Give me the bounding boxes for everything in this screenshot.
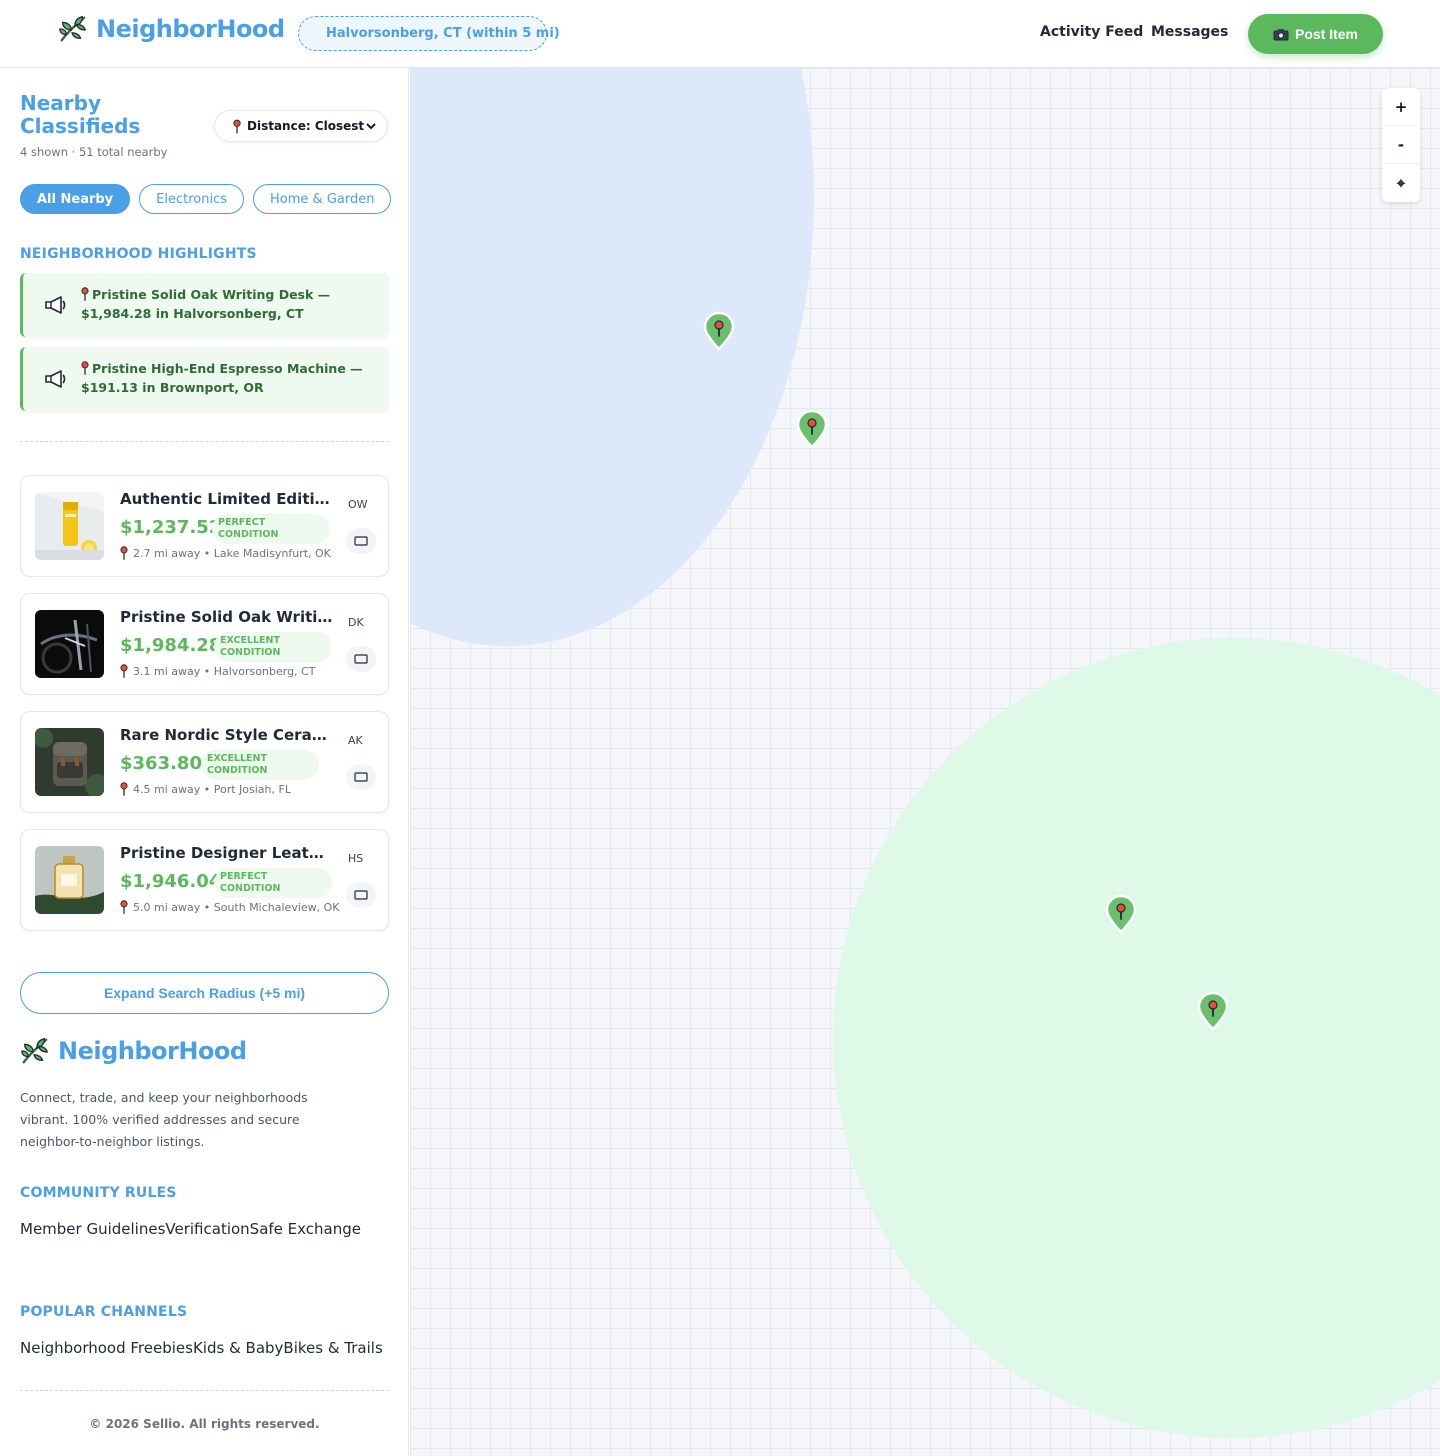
pin-icon — [81, 361, 89, 375]
pin-icon — [120, 900, 128, 914]
map-marker[interactable] — [795, 409, 829, 449]
chat-icon — [354, 772, 368, 782]
nav-messages[interactable]: Messages — [1151, 24, 1228, 40]
highlight-text: Pristine High-End Espresso Machine — $19… — [81, 361, 363, 395]
community-rules-links[interactable]: Member GuidelinesVerificationSafe Exchan… — [20, 1220, 361, 1238]
copyright: © 2026 Sellio. All rights reserved. — [89, 1417, 320, 1431]
nav-activity-feed[interactable]: Activity Feed — [1040, 24, 1143, 40]
condition-badge: PERFECT CONDITION — [212, 514, 330, 544]
listing-meta: 5.0 mi away • South Michaleview, OK — [120, 900, 340, 914]
leaf-icon — [58, 14, 88, 44]
zoom-in-button[interactable]: + — [1382, 88, 1420, 126]
map-marker[interactable] — [702, 311, 736, 351]
brand-name: NeighborHood — [96, 15, 285, 43]
listing-card[interactable]: Rare Nordic Style Ceramic Vase $363.80 E… — [20, 711, 389, 813]
message-seller-button[interactable] — [346, 646, 376, 672]
neighborhood-zone — [833, 638, 1440, 1438]
listing-card[interactable]: Authentic Limited Edition Skincare Lotio… — [20, 475, 389, 577]
footer-description: Connect, trade, and keep your neighborho… — [20, 1090, 308, 1149]
leaf-icon — [20, 1036, 50, 1066]
listing-price: $1,237.52 — [120, 517, 222, 538]
pin-icon — [233, 119, 241, 134]
megaphone-icon — [43, 295, 67, 315]
highlights-heading: NEIGHBORHOOD HIGHLIGHTS — [20, 246, 257, 262]
listing-thumbnail — [35, 728, 104, 796]
map-controls: + - ⌖ — [1382, 88, 1420, 202]
post-item-label: Post Item — [1294, 26, 1358, 42]
results-count: 4 shown · 51 total nearby — [20, 145, 168, 159]
map-marker[interactable] — [1104, 894, 1138, 934]
filter-all-nearby[interactable]: All Nearby — [20, 184, 131, 214]
expand-radius-button[interactable]: Expand Search Radius (+5 mi) — [20, 972, 389, 1014]
filter-electronics[interactable]: Electronics — [139, 184, 245, 214]
listing-title: Authentic Limited Edition Skincare Lotio… — [120, 490, 334, 508]
page-title: Nearby Classifieds — [20, 91, 141, 138]
top-header: NeighborHood Halvorsonberg, CT (within 5… — [0, 0, 1440, 68]
popular-channels-links[interactable]: Neighborhood FreebiesKids & BabyBikes & … — [20, 1339, 383, 1357]
sort-selected-value: Distance: Closest — [247, 119, 365, 133]
popular-channels-heading: POPULAR CHANNELS — [20, 1304, 188, 1320]
chat-icon — [354, 654, 368, 664]
listing-meta: 2.7 mi away • Lake Madisynfurt, OK — [120, 546, 331, 560]
brand-logo[interactable]: NeighborHood — [58, 14, 285, 44]
community-rules-heading: COMMUNITY RULES — [20, 1185, 177, 1201]
listing-meta: 3.1 mi away • Halvorsonberg, CT — [120, 664, 315, 678]
zoom-out-button[interactable]: - — [1382, 126, 1420, 164]
chat-icon — [354, 536, 368, 546]
listing-price: $1,984.28 — [120, 635, 222, 656]
map-marker[interactable] — [1196, 991, 1230, 1031]
message-seller-button[interactable] — [346, 528, 376, 554]
search-radius-zone — [410, 68, 814, 646]
condition-badge: EXCELLENT CONDITION — [214, 632, 332, 662]
pin-icon — [120, 664, 128, 678]
seller-initials: HS — [348, 852, 364, 865]
highlight-item[interactable]: Pristine Solid Oak Writing Desk — $1,984… — [20, 273, 389, 337]
condition-badge: EXCELLENT CONDITION — [201, 750, 319, 780]
post-item-button[interactable]: Post Item — [1248, 14, 1383, 54]
message-seller-button[interactable] — [346, 882, 376, 908]
seller-initials: DK — [348, 616, 364, 629]
divider — [20, 1390, 389, 1391]
pin-icon — [120, 782, 128, 796]
locate-button[interactable]: ⌖ — [1382, 164, 1420, 202]
location-selector[interactable]: Halvorsonberg, CT (within 5 mi) — [298, 16, 560, 51]
divider — [20, 441, 389, 442]
seller-initials: AK — [348, 734, 363, 747]
listing-thumbnail — [35, 610, 104, 678]
listing-title: Rare Nordic Style Ceramic Vase — [120, 726, 334, 744]
sort-select[interactable]: Distance: Closest — [214, 110, 388, 142]
sidebar: Nearby Classifieds 4 shown · 51 total ne… — [0, 68, 409, 1456]
listing-card[interactable]: Pristine Designer Leather Bag $1,946.04 … — [20, 829, 389, 931]
listing-title: Pristine Designer Leather Bag — [120, 844, 334, 862]
highlight-text: Pristine Solid Oak Writing Desk — $1,984… — [81, 287, 331, 321]
chat-icon — [354, 890, 368, 900]
footer-brand-name: NeighborHood — [58, 1037, 247, 1065]
listing-price: $363.80 — [120, 753, 202, 774]
pin-icon — [81, 287, 89, 301]
highlight-item[interactable]: Pristine High-End Espresso Machine — $19… — [20, 347, 389, 411]
chevron-down-icon — [366, 123, 376, 130]
camera-icon — [1273, 28, 1289, 40]
listing-thumbnail — [35, 846, 104, 914]
location-label: Halvorsonberg, CT (within 5 mi) — [326, 26, 560, 41]
message-seller-button[interactable] — [346, 764, 376, 790]
map-view[interactable]: + - ⌖ — [410, 68, 1440, 1456]
category-filters: All Nearby Electronics Home & Garden — [20, 184, 392, 214]
pin-icon — [120, 546, 128, 560]
megaphone-icon — [43, 369, 67, 389]
listing-title: Pristine Solid Oak Writing Desk — [120, 608, 334, 626]
listing-thumbnail — [35, 492, 104, 560]
seller-initials: OW — [348, 498, 368, 511]
listing-price: $1,946.04 — [120, 871, 222, 892]
listing-card[interactable]: Pristine Solid Oak Writing Desk $1,984.2… — [20, 593, 389, 695]
footer-logo[interactable]: NeighborHood — [20, 1036, 247, 1066]
listing-meta: 4.5 mi away • Port Josiah, FL — [120, 782, 291, 796]
filter-home-garden[interactable]: Home & Garden — [253, 184, 392, 214]
condition-badge: PERFECT CONDITION — [214, 868, 332, 898]
